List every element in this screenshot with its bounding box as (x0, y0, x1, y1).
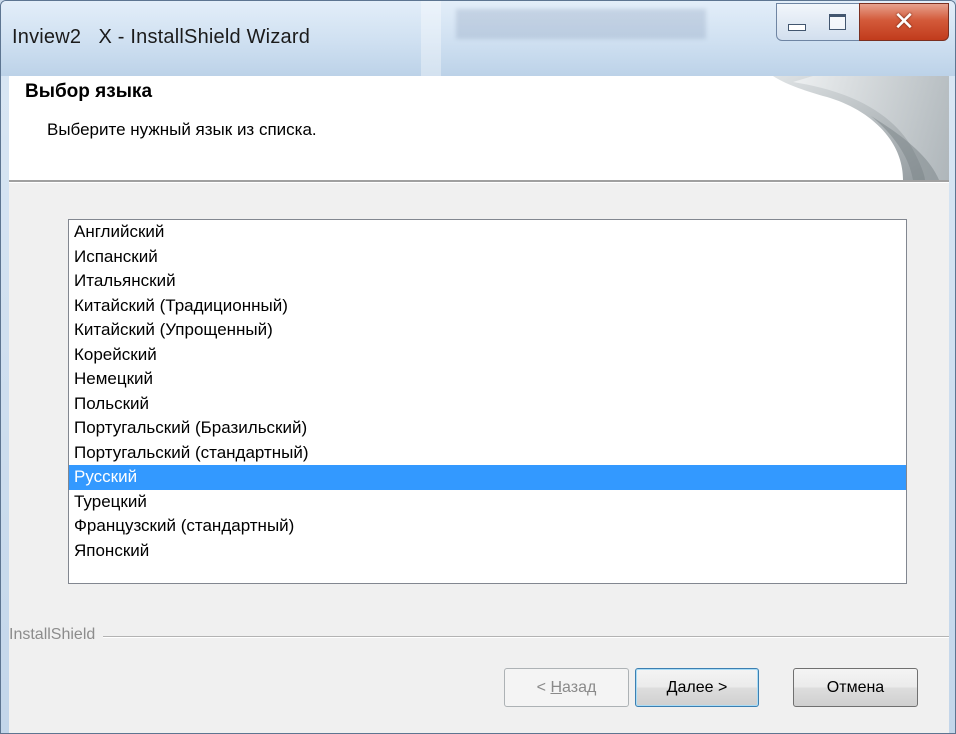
list-item-portuguese-brazilian[interactable]: Португальский (Бразильский) (69, 416, 906, 441)
title-bar-background-blur (456, 9, 706, 39)
minimize-button[interactable] (776, 3, 817, 41)
list-item-english[interactable]: Английский (69, 220, 906, 245)
back-button-accelerator: Н (550, 678, 563, 696)
list-item-turkish[interactable]: Турецкий (69, 490, 906, 515)
page-subtitle: Выберите нужный язык из списка. (47, 120, 317, 139)
installer-window: Inview2 X - InstallShield Wizard ✕ Выбор… (0, 0, 956, 734)
minimize-icon (787, 23, 806, 31)
list-item-russian[interactable]: Русский (69, 465, 906, 490)
installshield-brand-label: InstallShield (9, 626, 104, 644)
back-button[interactable]: < Назад (504, 668, 629, 707)
cancel-button[interactable]: Отмена (793, 668, 918, 707)
footer-divider (9, 636, 949, 638)
list-item-polish[interactable]: Польский (69, 392, 906, 417)
list-item-japanese[interactable]: Японский (69, 539, 906, 564)
list-item-portuguese-standard[interactable]: Португальский (стандартный) (69, 441, 906, 466)
maximize-icon (829, 14, 846, 30)
list-item-chinese-traditional[interactable]: Китайский (Традиционный) (69, 294, 906, 319)
list-item-italian[interactable]: Итальянский (69, 269, 906, 294)
maximize-button[interactable] (816, 3, 860, 41)
title-bar-reflection (421, 1, 441, 76)
header-divider (9, 180, 949, 183)
list-item-chinese-simplified[interactable]: Китайский (Упрощенный) (69, 318, 906, 343)
close-icon: ✕ (893, 7, 915, 37)
wizard-header: Выбор языка Выберите нужный язык из спис… (9, 76, 949, 180)
list-item-french-standard[interactable]: Французский (стандартный) (69, 514, 906, 539)
title-bar[interactable]: Inview2 X - InstallShield Wizard ✕ (1, 1, 955, 76)
window-title: Inview2 X - InstallShield Wizard (12, 26, 311, 48)
list-item-german[interactable]: Немецкий (69, 367, 906, 392)
close-button[interactable]: ✕ (859, 3, 949, 41)
wizard-body: Выбор языка Выберите нужный язык из спис… (9, 76, 949, 733)
installshield-page-curl-graphic (773, 76, 949, 180)
list-item-spanish[interactable]: Испанский (69, 245, 906, 270)
list-item-korean[interactable]: Корейский (69, 343, 906, 368)
next-button[interactable]: Далее > (635, 668, 759, 707)
page-title: Выбор языка (25, 81, 153, 102)
back-button-prefix: < (536, 678, 551, 696)
language-listbox[interactable]: Английский Испанский Итальянский Китайск… (68, 219, 907, 584)
back-button-label: азад (562, 678, 597, 696)
